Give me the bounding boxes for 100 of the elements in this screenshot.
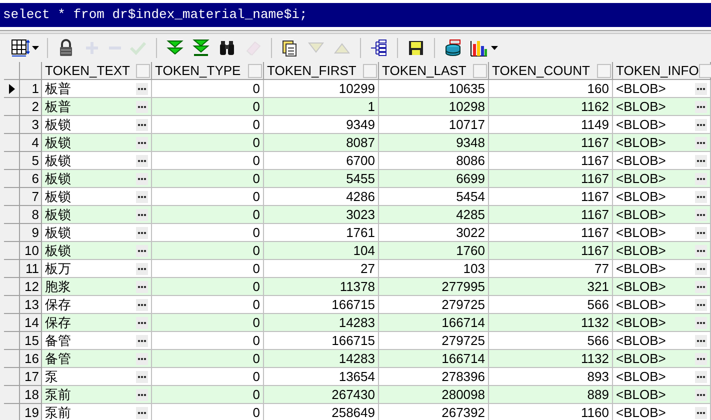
table-cell: 0 <box>252 242 260 259</box>
ellipsis-button[interactable] <box>136 172 148 184</box>
ellipsis-button[interactable] <box>695 226 707 238</box>
ellipsis-button[interactable] <box>136 298 148 310</box>
ellipsis-button[interactable] <box>695 208 707 220</box>
ellipsis-button[interactable] <box>136 82 148 94</box>
row-number: 4 <box>20 134 42 152</box>
double-arrow-down-bar-icon <box>191 38 211 58</box>
ellipsis-button[interactable] <box>136 406 148 418</box>
table-cell: 0 <box>252 404 260 420</box>
ellipsis-button[interactable] <box>695 388 707 400</box>
table-cell: 10717 <box>448 116 485 133</box>
table-cell: <BLOB> <box>616 224 666 241</box>
table-cell: 板锁 <box>45 152 71 169</box>
ellipsis-button[interactable] <box>695 244 707 256</box>
table-cell: 6699 <box>456 170 485 187</box>
table-cell: 板锁 <box>45 116 71 133</box>
table-cell: 板锁 <box>45 188 71 205</box>
ellipsis-button[interactable] <box>136 154 148 166</box>
table-cell: 1132 <box>581 314 609 331</box>
table-cell: <BLOB> <box>616 386 666 403</box>
row-number: 9 <box>20 224 42 242</box>
table-cell: <BLOB> <box>616 134 666 151</box>
ellipsis-button[interactable] <box>695 280 707 292</box>
table-cell: 1 <box>368 98 375 115</box>
table-cell: 3023 <box>346 206 375 223</box>
table-cell: 9348 <box>456 134 485 151</box>
table-cell: <BLOB> <box>616 242 666 259</box>
ellipsis-button[interactable] <box>136 100 148 112</box>
table-cell: <BLOB> <box>616 368 666 385</box>
table-cell: 9349 <box>346 116 375 133</box>
ellipsis-button[interactable] <box>695 370 707 382</box>
ellipsis-button[interactable] <box>695 154 707 166</box>
table-cell: 0 <box>252 206 260 223</box>
ellipsis-button[interactable] <box>695 334 707 346</box>
table-cell: 0 <box>252 188 260 205</box>
table-cell: 280098 <box>442 386 485 403</box>
table-cell: 14283 <box>338 314 375 331</box>
ellipsis-button[interactable] <box>136 190 148 202</box>
table-cell: 4286 <box>346 188 375 205</box>
ellipsis-button[interactable] <box>695 82 707 94</box>
table-cell: <BLOB> <box>616 116 666 133</box>
current-row-icon <box>8 84 14 94</box>
table-cell: <BLOB> <box>616 260 666 277</box>
table-cell: <BLOB> <box>616 80 666 97</box>
table-cell: 160 <box>587 80 609 97</box>
ellipsis-button[interactable] <box>136 280 148 292</box>
ellipsis-button[interactable] <box>136 352 148 364</box>
database-icon <box>443 38 463 58</box>
row-number: 7 <box>20 188 42 206</box>
ellipsis-button[interactable] <box>136 208 148 220</box>
ellipsis-button[interactable] <box>136 136 148 148</box>
caret-icon <box>491 46 498 50</box>
table-cell: 166715 <box>332 332 375 349</box>
table-cell: 166714 <box>442 314 485 331</box>
ellipsis-button[interactable] <box>695 136 707 148</box>
table-cell: 0 <box>252 332 260 349</box>
row-indicator[interactable] <box>4 80 20 98</box>
ellipsis-button[interactable] <box>695 352 707 364</box>
ellipsis-button[interactable] <box>136 226 148 238</box>
ellipsis-button[interactable] <box>695 190 707 202</box>
ellipsis-button[interactable] <box>136 334 148 346</box>
binoculars-icon <box>217 38 237 58</box>
row-number: 6 <box>20 170 42 188</box>
table-cell: 0 <box>252 98 260 115</box>
table-cell: 4285 <box>456 206 485 223</box>
table-cell: 3022 <box>456 224 485 241</box>
ellipsis-button[interactable] <box>695 100 707 112</box>
ellipsis-button[interactable] <box>695 298 707 310</box>
table-cell: 5455 <box>346 170 375 187</box>
row-number: 19 <box>20 404 42 420</box>
table-cell: 8087 <box>346 134 375 151</box>
ellipsis-button[interactable] <box>695 406 707 418</box>
table-cell: 0 <box>252 260 260 277</box>
ellipsis-button[interactable] <box>136 370 148 382</box>
table-cell: 1160 <box>581 404 609 420</box>
ellipsis-button[interactable] <box>695 316 707 328</box>
table-cell: 泵前 <box>45 404 71 420</box>
table-cell: 板普 <box>45 80 71 97</box>
ellipsis-button[interactable] <box>695 118 707 130</box>
ellipsis-button[interactable] <box>136 244 148 256</box>
table-cell: <BLOB> <box>616 206 666 223</box>
table-cell: 0 <box>252 368 260 385</box>
table-cell: 板锁 <box>45 170 71 187</box>
ellipsis-button[interactable] <box>136 118 148 130</box>
tree-icon <box>369 38 389 58</box>
ellipsis-button[interactable] <box>695 172 707 184</box>
table-cell: 0 <box>252 152 260 169</box>
table-cell: 0 <box>252 116 260 133</box>
ellipsis-button[interactable] <box>136 262 148 274</box>
table-cell: 258649 <box>332 404 375 420</box>
ellipsis-button[interactable] <box>136 388 148 400</box>
table-cell: 0 <box>252 296 260 313</box>
table-cell: 566 <box>587 332 609 349</box>
row-number: 16 <box>20 350 42 368</box>
table-cell: <BLOB> <box>616 98 666 115</box>
table-cell: <BLOB> <box>616 404 666 420</box>
ellipsis-button[interactable] <box>136 316 148 328</box>
ellipsis-button[interactable] <box>695 262 707 274</box>
table-cell: 14283 <box>338 350 375 367</box>
